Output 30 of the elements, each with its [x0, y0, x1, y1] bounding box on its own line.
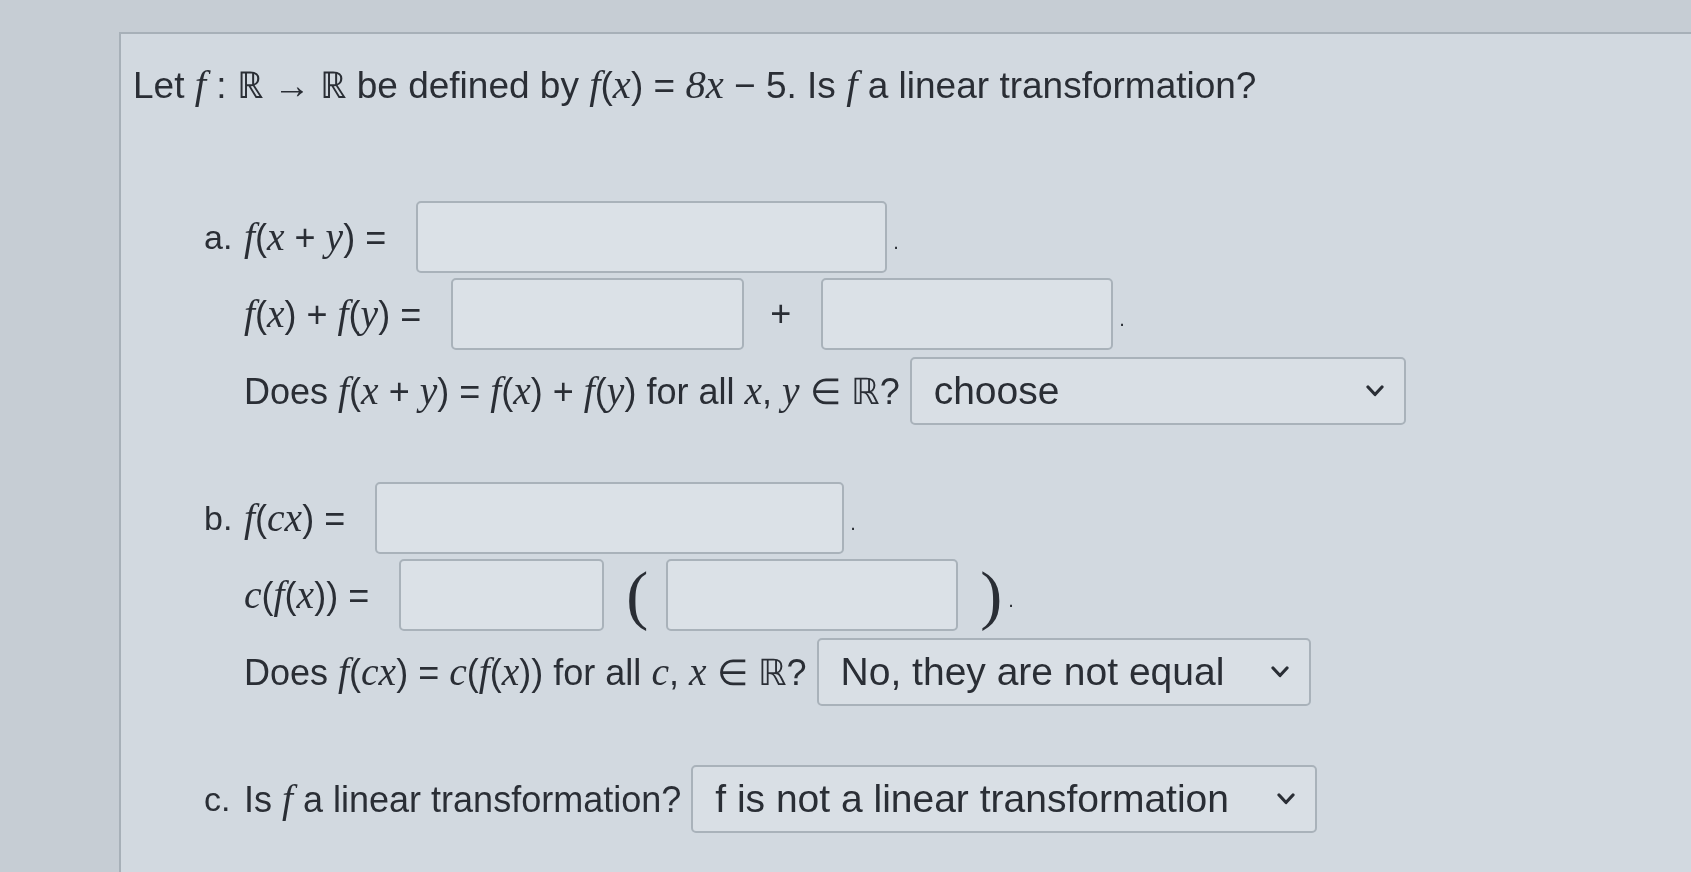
answer-dropdown[interactable]: No, they are not equal	[816, 638, 1311, 706]
answer-field[interactable]	[416, 201, 888, 273]
math-text: Is f a linear transformation?	[244, 776, 682, 822]
chevron-down-icon	[1270, 666, 1289, 678]
math-text: c(f(x)) =	[244, 572, 370, 618]
answer-dropdown[interactable]: choose	[909, 357, 1406, 425]
part-label: a.	[204, 217, 234, 258]
math-text: +	[770, 292, 792, 336]
period-text: .	[1008, 588, 1014, 613]
answer-field[interactable]	[375, 482, 845, 554]
period-text: .	[850, 511, 856, 536]
answer-field[interactable]	[666, 559, 959, 631]
answer-dropdown[interactable]: f is not a linear transformation	[691, 765, 1318, 833]
math-text: Does f(cx) = c(f(x)) for all c, x ∈ ℝ?	[244, 649, 807, 695]
math-text: f(x) + f(y) =	[244, 291, 422, 337]
parenthesis-text: (	[626, 559, 649, 631]
period-text: .	[893, 230, 899, 255]
math-text: f(x + y) =	[244, 214, 387, 260]
period-text: .	[1119, 307, 1125, 332]
math-text: Does f(x + y) = f(x) + f(y) for all x, y ∈ ℝ?	[244, 368, 900, 414]
part-label: c.	[204, 779, 232, 820]
chevron-down-icon	[1365, 385, 1384, 397]
answer-field[interactable]	[821, 278, 1114, 350]
answer-field[interactable]	[451, 278, 745, 350]
math-text: f(cx) =	[244, 495, 346, 541]
parenthesis-text: )	[980, 559, 1003, 631]
chevron-down-icon	[1277, 793, 1296, 805]
question-text: Let f : ℝ → ℝ be defined by f(x) = 8x − 5. Is f a linear transformation?	[133, 64, 1257, 107]
part-label: b.	[204, 498, 234, 539]
answer-field[interactable]	[399, 559, 605, 631]
